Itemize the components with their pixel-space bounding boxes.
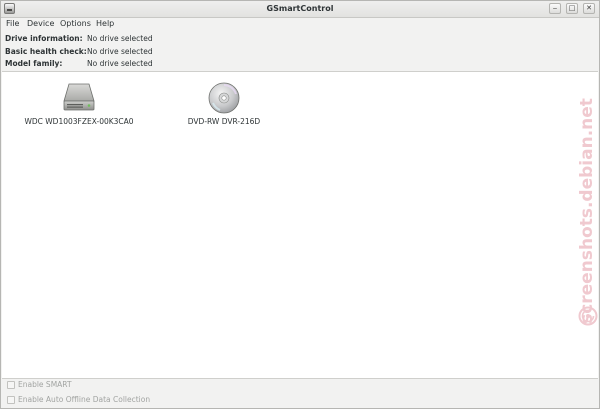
drive-list: WDC WD1003FZEX-00K3CA0 DVD-RW DVR-216D — [2, 71, 598, 379]
menu-device[interactable]: Device — [27, 19, 54, 28]
close-button[interactable]: ✕ — [583, 3, 595, 14]
watermark-text: screenshots.debian.net — [577, 98, 597, 324]
debian-swirl-icon — [578, 306, 598, 326]
app-window: GSmartControl ‒ □ ✕ File Device Options … — [0, 0, 600, 409]
drive-information-label: Drive information: — [5, 34, 83, 43]
model-family-label: Model family: — [5, 59, 63, 68]
basic-health-check-value: No drive selected — [87, 47, 153, 56]
minimize-button[interactable]: ‒ — [549, 3, 561, 14]
menu-bar: File Device Options Help — [1, 17, 599, 30]
watermark: screenshots.debian.net — [575, 91, 599, 331]
window-title: GSmartControl — [266, 4, 334, 13]
enable-smart-checkbox[interactable] — [7, 381, 15, 389]
drive-information-value: No drive selected — [87, 34, 153, 43]
drive-options-panel: Enable SMART Enable Auto Offline Data Co… — [1, 378, 599, 408]
drive-name: WDC WD1003FZEX-00K3CA0 — [24, 117, 134, 126]
hard-disk-icon — [63, 83, 95, 111]
basic-health-check-label: Basic health check: — [5, 47, 87, 56]
model-family-value: No drive selected — [87, 59, 153, 68]
menu-file[interactable]: File — [6, 19, 19, 28]
drive-info-panel: Drive information: No drive selected Bas… — [1, 30, 599, 71]
enable-offline-collection-checkbox[interactable] — [7, 396, 15, 404]
menu-help[interactable]: Help — [96, 19, 114, 28]
enable-smart-label: Enable SMART — [18, 380, 72, 389]
maximize-button[interactable]: □ — [566, 3, 578, 14]
menu-options[interactable]: Options — [60, 19, 91, 28]
enable-offline-collection-label: Enable Auto Offline Data Collection — [18, 395, 151, 404]
drive-name: DVD-RW DVR-216D — [187, 117, 261, 126]
optical-disc-icon — [208, 82, 240, 114]
title-bar[interactable]: GSmartControl ‒ □ ✕ — [1, 1, 599, 18]
